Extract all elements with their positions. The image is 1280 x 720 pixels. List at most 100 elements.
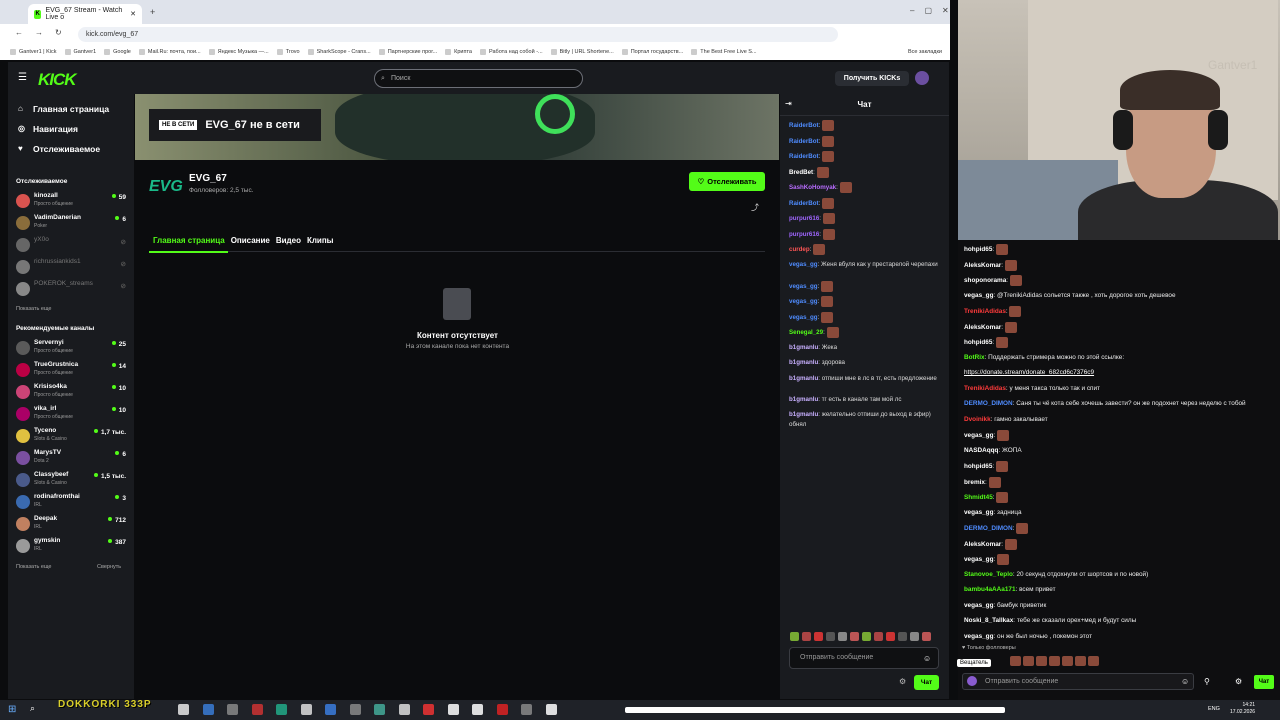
overlay-username[interactable]: vegas_gg (964, 602, 993, 609)
bookmark-item[interactable]: Trovo (276, 49, 300, 55)
taskbar-edge-icon[interactable] (202, 704, 214, 715)
tab-1[interactable]: Описание (231, 236, 270, 245)
emote-icon[interactable] (922, 632, 931, 641)
overlay-username[interactable]: vegas_gg (964, 633, 993, 640)
chat-username[interactable]: BredBet (789, 169, 813, 176)
share-icon[interactable]: ⤴ (751, 202, 759, 213)
get-kicks-button[interactable]: Получить KICKs (835, 71, 909, 86)
overlay-username[interactable]: BotRix (964, 354, 985, 361)
followed-channel[interactable]: richrussiankids1 ⊘ (16, 258, 128, 278)
chat-username[interactable]: purpur616 (789, 231, 819, 238)
overlay-username[interactable]: AleksKomar (964, 262, 1001, 269)
recommended-channel[interactable]: Classybeef Slots & Casino 1,5 тыс. (16, 471, 128, 491)
emote-icon[interactable] (850, 632, 859, 641)
overlay-username[interactable]: shoponorama (964, 277, 1006, 284)
recommended-channel[interactable]: Krisiso4ka Просто общение 10 (16, 383, 128, 403)
settings-gear-icon[interactable]: ⚙ (899, 677, 906, 686)
emote-icon[interactable] (886, 632, 895, 641)
collapse-link[interactable]: Свернуть (97, 564, 121, 570)
chat-username[interactable]: RaiderBot (789, 138, 819, 145)
sidebar-nav-item[interactable]: ⌂ Главная страница (18, 104, 109, 114)
bookmark-item[interactable]: SharkScope - Crans... (307, 49, 371, 55)
overlay-username[interactable]: Noski_8_Tallkax (964, 617, 1013, 624)
bookmark-item[interactable]: Google (104, 49, 131, 55)
taskbar-excel-icon[interactable] (374, 704, 385, 715)
recommended-channel[interactable]: TrueGrustnica Просто общение 14 (16, 361, 128, 381)
tab-2[interactable]: Видео (276, 236, 301, 245)
taskbar-file-icon[interactable] (398, 704, 410, 715)
overlay-username[interactable]: AleksKomar (964, 541, 1001, 548)
overlay-username[interactable]: hohpid65 (964, 339, 992, 346)
overlay-username[interactable]: hohpid65 (964, 246, 992, 253)
nav-buttons[interactable]: ←→↻ (15, 28, 74, 37)
emote-icon[interactable] (802, 632, 811, 641)
new-tab-icon[interactable]: + (150, 7, 155, 17)
overlay-bits-icon[interactable]: ⚲ (1204, 677, 1210, 686)
followed-channel[interactable]: yX0o ⊘ (16, 236, 128, 256)
bookmark-item[interactable]: Крипта (445, 49, 472, 55)
all-bookmarks[interactable]: Все закладки (908, 49, 942, 55)
emote-icon[interactable] (790, 632, 799, 641)
followed-channel[interactable]: POKEROK_streams ⊘ (16, 280, 128, 300)
emote-icon[interactable] (826, 632, 835, 641)
overlay-username[interactable]: hohpid65 (964, 463, 992, 470)
chat-username[interactable]: RaiderBot (789, 153, 819, 160)
chat-username[interactable]: b1gmanlu (789, 375, 818, 382)
browser-tab[interactable]: K EVG_67 Stream - Watch Live o ✕ (28, 4, 142, 24)
emote-icon[interactable] (862, 632, 871, 641)
recommended-channel[interactable]: Servernyi Просто общение 25 (16, 339, 128, 359)
recommended-channel[interactable]: rodinafromthai IRL 3 (16, 493, 128, 513)
chat-username[interactable]: RaiderBot (789, 200, 819, 207)
user-avatar[interactable] (915, 71, 929, 85)
overlay-chat-text[interactable]: https://donate.stream/donate_682cd6c7376… (964, 369, 1094, 376)
followed-channel[interactable]: kinozall Просто общение 59 (16, 192, 128, 212)
follow-button[interactable]: ♡ Отслеживать (689, 172, 765, 191)
emote-icon[interactable] (874, 632, 883, 641)
taskbar-terminal-icon[interactable] (276, 704, 287, 715)
overlay-send-button[interactable]: Чат (1254, 675, 1274, 689)
taskbar-record-icon[interactable] (496, 704, 508, 715)
recommended-channel[interactable]: vika_irl Просто общение 10 (16, 405, 128, 425)
chat-username[interactable]: RaiderBot (789, 122, 819, 129)
bookmark-item[interactable]: Работа над собой -... (480, 49, 543, 55)
bookmark-item[interactable]: Bitly | URL Shortene... (550, 49, 614, 55)
overlay-username[interactable]: Dvoinikk (964, 416, 991, 423)
taskbar-search-icon[interactable]: ⌕ (30, 703, 35, 714)
overlay-username[interactable]: Stanovoe_Teplo (964, 571, 1013, 578)
overlay-username[interactable]: TrenikiAdidas (964, 385, 1006, 392)
taskbar-app-icon[interactable] (521, 704, 532, 715)
url-field[interactable]: kick.com/evg_67 (78, 27, 838, 42)
chat-username[interactable]: purpur616 (789, 215, 819, 222)
overlay-username[interactable]: bremix (964, 479, 985, 486)
bookmark-item[interactable]: The Best Free Live S... (691, 49, 757, 55)
chat-username[interactable]: b1gmanlu (789, 359, 818, 366)
recommended-channel[interactable]: gymskin IRL 387 (16, 537, 128, 557)
show-more-link[interactable]: Показать еще (16, 564, 52, 570)
taskbar-chrome-icon[interactable] (178, 704, 189, 715)
chat-input[interactable]: Отправить сообщение (789, 647, 939, 669)
overlay-username[interactable]: NASDAqqq (964, 447, 998, 454)
chat-username[interactable]: vegas_gg (789, 283, 818, 290)
recommended-channel[interactable]: MarysTV Dota 2 6 (16, 449, 128, 469)
bookmark-item[interactable]: Gantver1 (64, 49, 96, 55)
emote-icon[interactable] (910, 632, 919, 641)
menu-icon[interactable]: ☰ (18, 72, 27, 83)
overlay-username[interactable]: DERMO_DIMON (964, 525, 1013, 532)
chat-username[interactable]: SashKoHomyak (789, 184, 836, 191)
overlay-username[interactable]: vegas_gg (964, 556, 993, 563)
window-controls[interactable]: –▢✕ (910, 6, 959, 15)
send-chat-button[interactable]: Чат (914, 675, 939, 690)
followed-channel[interactable]: VadimDanerian Poker 6 (16, 214, 128, 234)
tab-close-icon[interactable]: ✕ (130, 10, 136, 18)
search-input[interactable]: ⌕ Поиск (374, 69, 583, 88)
overlay-emoji-icon[interactable]: ☺ (1181, 677, 1189, 686)
overlay-username[interactable]: bambu4aAAa171 (964, 586, 1016, 593)
overlay-username[interactable]: vegas_gg (964, 509, 993, 516)
chat-username[interactable]: b1gmanlu (789, 344, 818, 351)
taskbar-app-icon[interactable] (545, 704, 557, 715)
taskbar-media-icon[interactable] (349, 704, 361, 715)
emote-icon[interactable] (838, 632, 847, 641)
emote-icon[interactable] (814, 632, 823, 641)
overlay-username[interactable]: AleksKomar (964, 324, 1001, 331)
recommended-channel[interactable]: Deepak IRL 712 (16, 515, 128, 535)
